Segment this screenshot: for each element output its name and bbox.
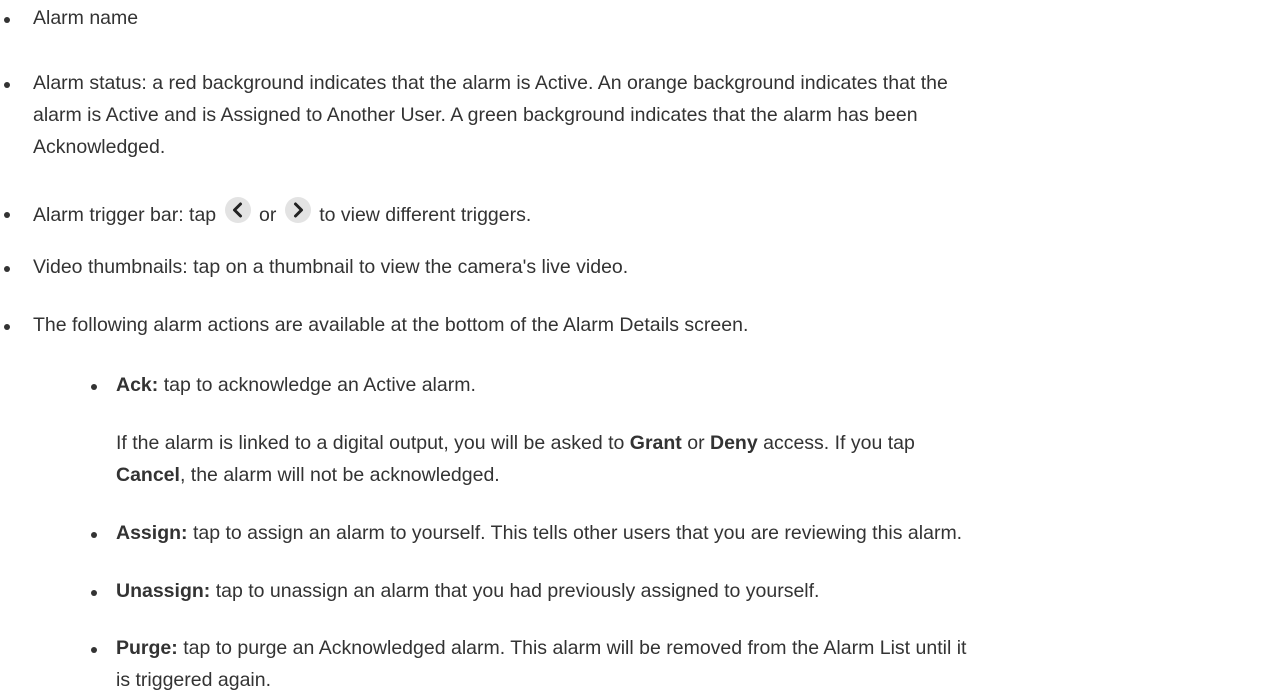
video-thumbnails-text: Video thumbnails: tap on a thumbnail to … (33, 256, 629, 278)
bullet (91, 532, 97, 538)
alarm-status-line-3: Acknowledged. (33, 136, 166, 158)
ack-note-line-2: Cancel, the alarm will not be acknowledg… (116, 459, 1256, 491)
bullet (91, 590, 97, 596)
alarm-status-line-2: alarm is Active and is Assigned to Anoth… (33, 104, 918, 126)
cancel-label: Cancel (116, 464, 180, 486)
trigger-bar-text: Alarm trigger bar: tap or to view differ… (33, 197, 1253, 231)
trigger-bar-or: or (259, 204, 277, 226)
ack-note-part: access. If you tap (763, 432, 915, 454)
trigger-bar-prefix: Alarm trigger bar: tap (33, 204, 217, 226)
ack-note-part: If the alarm is linked to a digital outp… (116, 432, 625, 454)
alarm-actions-intro: The following alarm actions are availabl… (33, 314, 749, 336)
alarm-name-text: Alarm name (33, 7, 139, 29)
ack-note-or: or (687, 432, 705, 454)
purge-description: tap to purge an Acknowledged alarm. This… (183, 637, 967, 659)
assign-description: tap to assign an alarm to yourself. This… (192, 522, 963, 544)
bullet (4, 212, 10, 218)
deny-label: Deny (710, 432, 758, 454)
ack-note-part: , the alarm will not be acknowledged. (179, 464, 500, 486)
bullet (4, 17, 10, 23)
ack-label: Ack: (116, 374, 159, 396)
unassign-description: tap to unassign an alarm that you had pr… (215, 580, 820, 602)
unassign-label: Unassign: (116, 580, 211, 602)
alarm-status-text: Alarm status: a red background indicates… (33, 67, 1253, 163)
chevron-left-icon (224, 197, 251, 223)
purge-text: Purge: tap to purge an Acknowledged alar… (116, 632, 1256, 696)
bullet (91, 647, 97, 653)
grant-label: Grant (629, 432, 682, 454)
bullet (4, 266, 10, 272)
bullet (4, 324, 10, 330)
bullet (4, 82, 10, 88)
ack-note: If the alarm is linked to a digital outp… (116, 427, 1256, 491)
bullet (91, 384, 97, 390)
unassign-text: Unassign: tap to unassign an alarm that … (116, 575, 1256, 607)
ack-description: tap to acknowledge an Active alarm. (163, 374, 476, 396)
assign-text: Assign: tap to assign an alarm to yourse… (116, 517, 1256, 549)
purge-line-1: Purge: tap to purge an Acknowledged alar… (116, 632, 1256, 664)
trigger-bar-suffix: to view different triggers. (319, 204, 532, 226)
purge-line-2: is triggered again. (116, 669, 272, 691)
ack-note-line-1: If the alarm is linked to a digital outp… (116, 427, 1256, 459)
chevron-right-icon (284, 197, 311, 223)
ack-text: Ack: tap to acknowledge an Active alarm. (116, 369, 1256, 401)
assign-label: Assign: (116, 522, 188, 544)
alarm-status-line-1: Alarm status: a red background indicates… (33, 72, 948, 94)
purge-label: Purge: (116, 637, 178, 659)
